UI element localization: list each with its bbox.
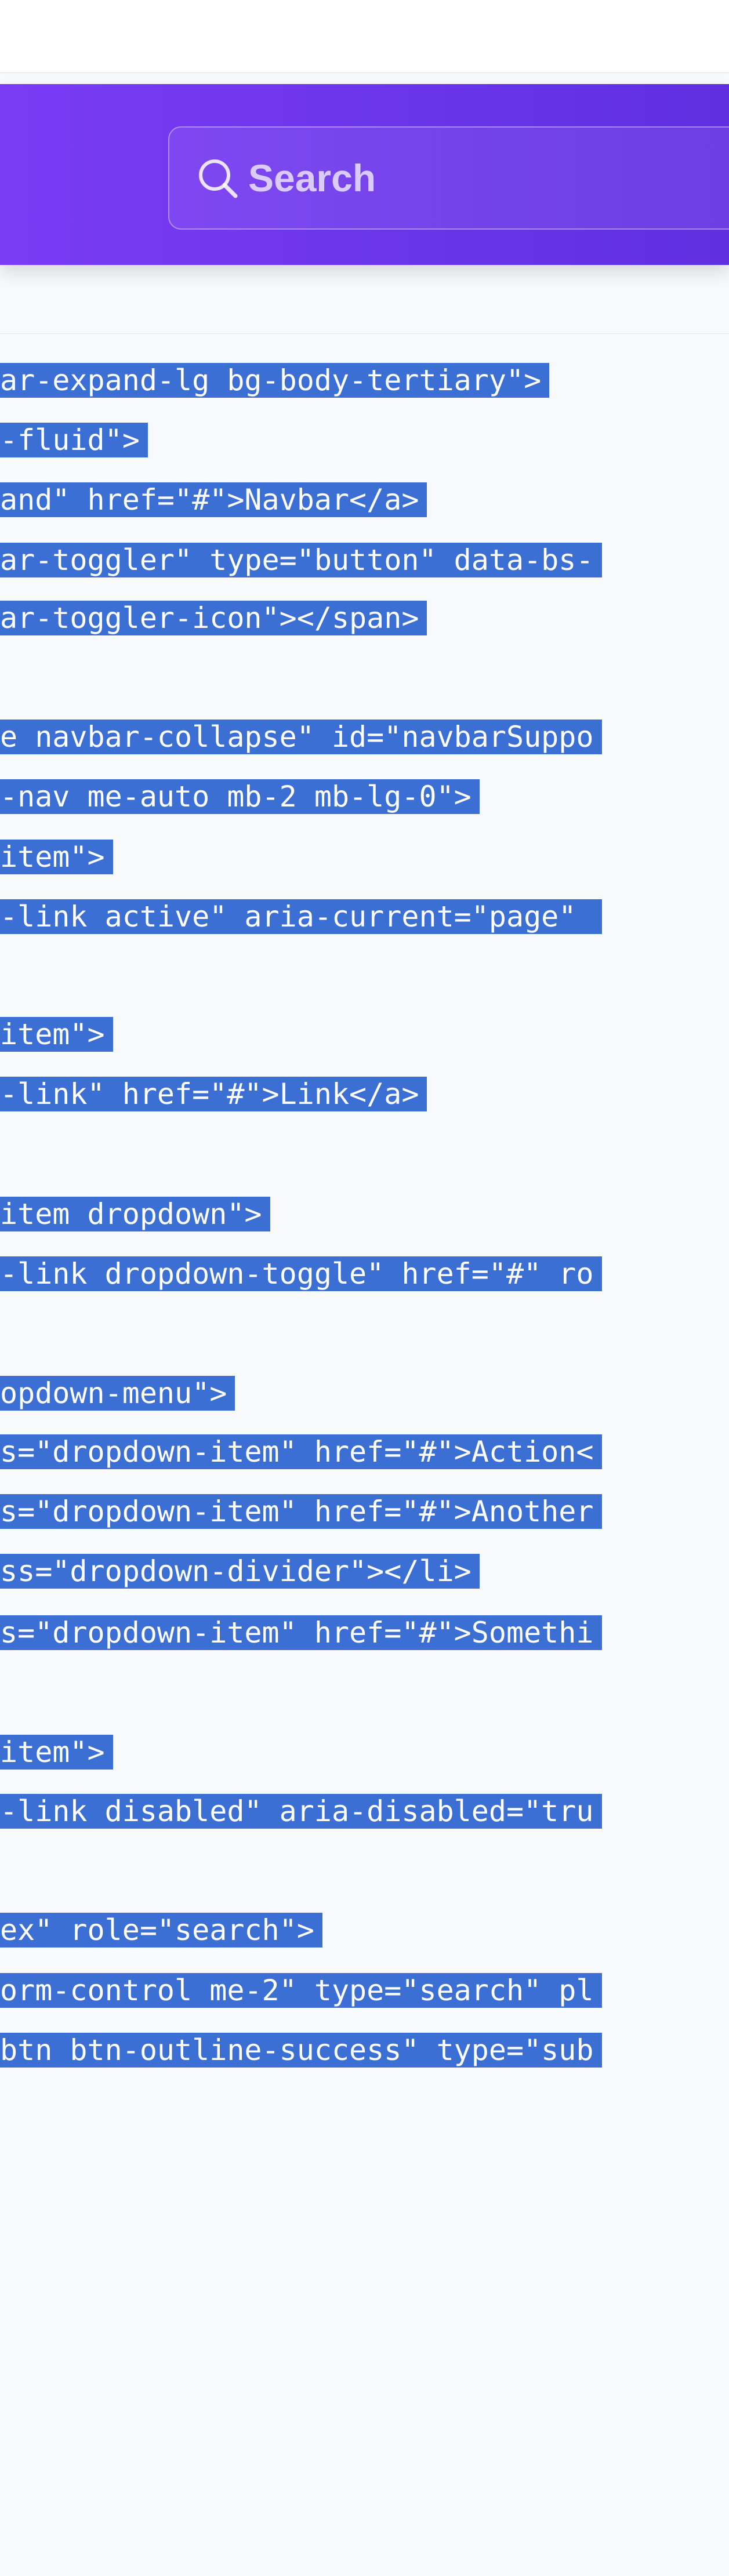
navbar: Search xyxy=(0,84,729,265)
search-placeholder: Search xyxy=(248,157,376,199)
code-line: orm-control me-2" type="search" pl xyxy=(0,1973,602,2008)
code-line: ar-expand-lg bg-body-tertiary"> xyxy=(0,363,550,398)
code-line: -fluid"> xyxy=(0,423,148,457)
code-line: -nav me-auto mb-2 mb-lg-0"> xyxy=(0,779,480,814)
code-line: item"> xyxy=(0,1735,113,1770)
code-block[interactable]: ar-expand-lg bg-body-tertiary"> -fluid"> a… xyxy=(0,333,729,2576)
code-line: item"> xyxy=(0,1017,113,1052)
code-line: ar-toggler-icon"></span> xyxy=(0,601,427,635)
code-line: btn btn-outline-success" type="sub xyxy=(0,2033,602,2068)
browser-top-strip xyxy=(0,0,729,73)
code-line: s="dropdown-item" href="#">Action< xyxy=(0,1434,602,1469)
code-line: s="dropdown-item" href="#">Another xyxy=(0,1494,602,1529)
code-line: -link" href="#">Link</a> xyxy=(0,1077,427,1111)
code-line: opdown-menu"> xyxy=(0,1376,235,1411)
code-line: item"> xyxy=(0,840,113,874)
code-line: ss="dropdown-divider"></li> xyxy=(0,1554,480,1589)
code-line: e navbar-collapse" id="navbarSuppo xyxy=(0,720,602,754)
code-line: item dropdown"> xyxy=(0,1197,270,1231)
code-line: -link dropdown-toggle" href="#" ro xyxy=(0,1256,602,1291)
search-input[interactable]: Search xyxy=(168,126,729,230)
code-line: and" href="#">Navbar</a> xyxy=(0,482,427,517)
code-line: ex" role="search"> xyxy=(0,1913,322,1948)
search-icon xyxy=(194,154,241,202)
code-line: ar-toggler" type="button" data-bs- xyxy=(0,543,602,577)
code-line: -link active" aria-current="page" xyxy=(0,899,602,934)
code-line: -link disabled" aria-disabled="tru xyxy=(0,1794,602,1829)
code-line: s="dropdown-item" href="#">Somethi xyxy=(0,1615,602,1650)
